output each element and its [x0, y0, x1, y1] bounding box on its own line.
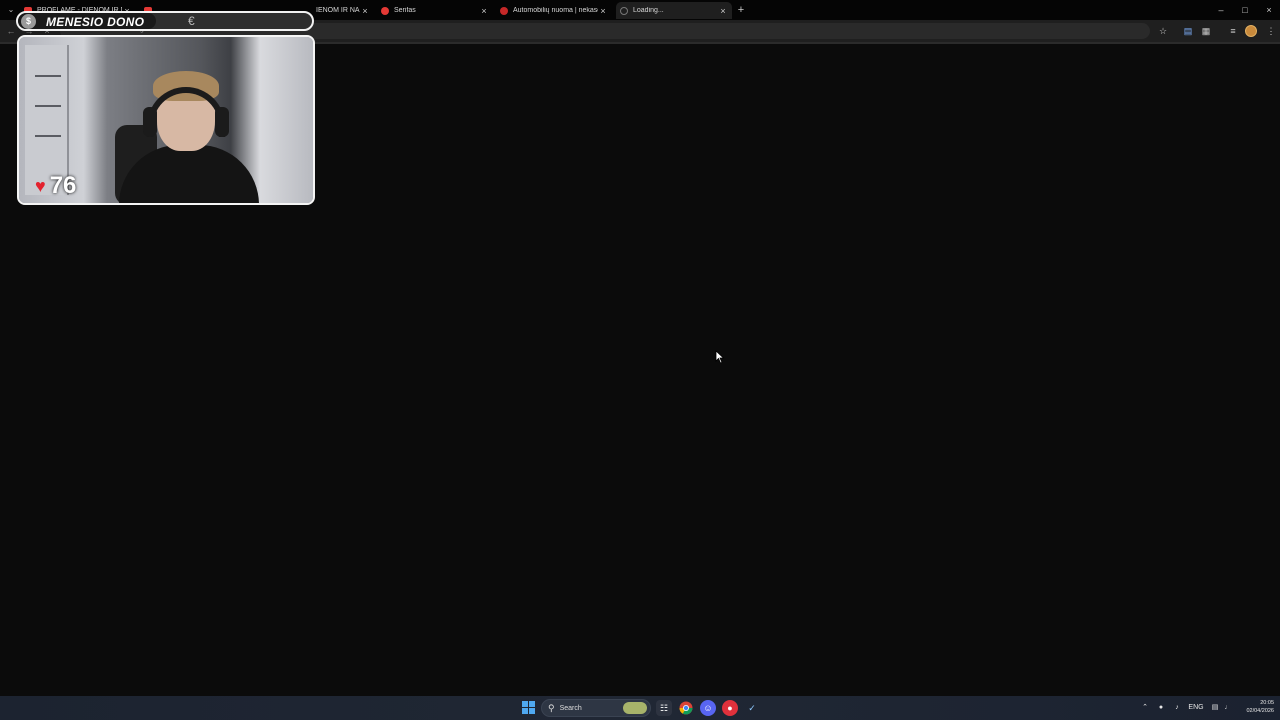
close-window-button[interactable]: ×: [1258, 2, 1280, 18]
clock-date: 02/04/2026: [1246, 708, 1274, 714]
task-view-icon[interactable]: ☷: [656, 700, 672, 716]
chrome-icon[interactable]: [678, 700, 694, 716]
bookmark-star-icon[interactable]: ☆: [1157, 25, 1169, 37]
extension-icon[interactable]: ▤: [1182, 25, 1194, 37]
taskbar-clock[interactable]: 20:05 02/04/2026: [1236, 699, 1274, 715]
tab-close-icon[interactable]: ×: [718, 6, 728, 16]
nekasdiene-favicon-icon: [500, 6, 508, 15]
clock-time: 20:05: [1260, 700, 1274, 706]
profile-avatar[interactable]: [1245, 25, 1257, 37]
serifas-favicon-icon: [381, 6, 389, 15]
tab-dienom[interactable]: IENOM IR NAKT ×: [312, 2, 374, 19]
menu-kebab-icon[interactable]: ⋮: [1265, 25, 1277, 37]
tab-search-icon[interactable]: ≡: [1227, 25, 1239, 37]
streamer-figure: [119, 71, 259, 203]
search-icon: ⚲: [548, 702, 555, 713]
donation-amount: €: [188, 14, 195, 28]
tab-loading[interactable]: Loading... ×: [616, 2, 732, 19]
tab-serifas[interactable]: Serifas ×: [377, 2, 493, 19]
extensions-puzzle-icon[interactable]: ▦: [1200, 25, 1212, 37]
mouse-cursor-icon: [715, 350, 725, 364]
tray-app-icon[interactable]: ●: [1155, 702, 1167, 714]
tab-close-icon[interactable]: ×: [360, 6, 370, 16]
tab-search-chevron-icon[interactable]: ⌄: [4, 3, 18, 17]
heart-count: 76: [49, 172, 77, 199]
taskbar-search-box[interactable]: ⚲ Search: [541, 699, 651, 717]
tray-chevron-icon[interactable]: ⌃: [1140, 702, 1150, 714]
maximize-button[interactable]: □: [1234, 2, 1256, 18]
tab-automobiliu-nuoma[interactable]: Automobilių nuoma | nekasdie ×: [496, 2, 612, 19]
steam-icon[interactable]: ✓: [744, 700, 760, 716]
heart-icon: ♥: [35, 176, 46, 196]
record-app-icon[interactable]: ●: [722, 700, 738, 716]
windows-taskbar: ⚲ Search ☷ ☺ ● ✓ ⌃ ● ♪ ENG ▤ ♩ 20:05 02/…: [0, 696, 1280, 720]
language-indicator[interactable]: ENG: [1187, 702, 1205, 714]
donation-goal-bar: $ MENESIO DONO €: [16, 11, 314, 31]
network-icon[interactable]: ▤: [1209, 702, 1221, 714]
tab-title: Automobilių nuoma | nekasdie: [513, 7, 598, 14]
minimize-button[interactable]: –: [1210, 2, 1232, 18]
back-button[interactable]: ←: [4, 24, 18, 38]
new-tab-button[interactable]: +: [735, 3, 747, 17]
donation-goal-label: MENESIO DONO: [46, 15, 145, 29]
microphone-icon[interactable]: ♪: [1171, 702, 1183, 714]
loading-spinner-icon: [620, 6, 628, 15]
tab-title: Loading...: [633, 7, 664, 14]
heart-counter: ♥ 76: [35, 171, 76, 201]
dollar-coin-icon: $: [21, 14, 36, 29]
tab-close-icon[interactable]: ×: [479, 6, 489, 16]
tab-title: IENOM IR NAKT: [316, 7, 360, 14]
tab-title: Serifas: [394, 7, 416, 14]
tab-close-icon[interactable]: ×: [598, 6, 608, 16]
discord-icon[interactable]: ☺: [700, 700, 716, 716]
windows-start-icon[interactable]: [521, 700, 537, 716]
volume-icon[interactable]: ♩: [1222, 702, 1234, 714]
search-label: Search: [559, 704, 582, 712]
search-highlight-image: [623, 702, 647, 714]
webcam-overlay: ♥ 76: [17, 35, 315, 205]
